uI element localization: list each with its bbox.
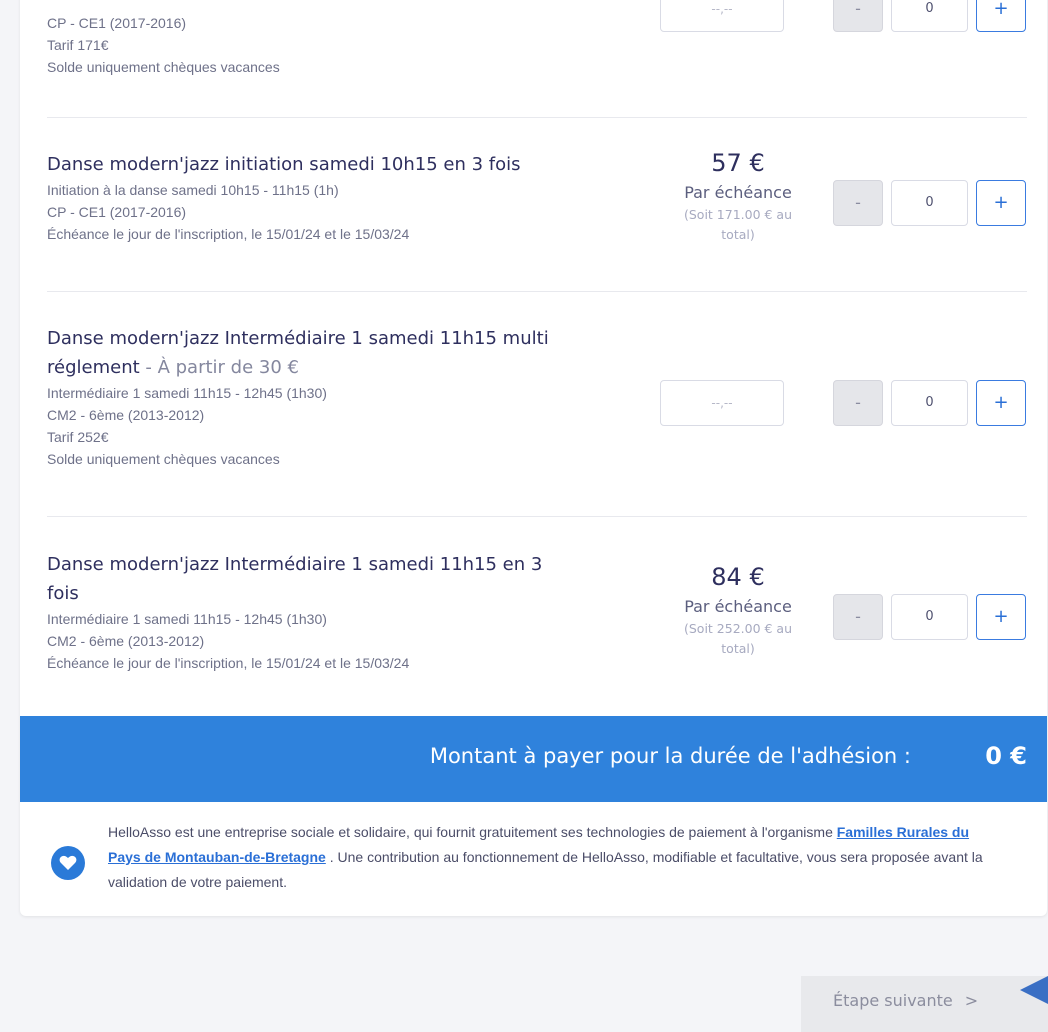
divider <box>47 516 1027 517</box>
chevron-right-icon: > <box>964 991 979 1010</box>
price-total: (Soit 252.00 € au <box>683 621 793 636</box>
heart-icon <box>51 846 85 880</box>
item-detail: Tarif 252€ <box>47 429 109 445</box>
price-total: (Soit 171.00 € au <box>683 207 793 222</box>
item-detail: Solde uniquement chèques vacances <box>47 451 280 467</box>
price-amount: 57 € <box>711 149 765 177</box>
quantity-field[interactable]: 0 <box>891 380 968 426</box>
helloasso-notice: HelloAsso est une entreprise sociale et … <box>108 820 988 895</box>
pointer-arrow-icon <box>1020 976 1048 1004</box>
item-detail: Solde uniquement chèques vacances <box>47 59 280 75</box>
quantity-field[interactable]: 0 <box>891 0 968 32</box>
free-amount-input[interactable]: --,-- <box>660 380 784 426</box>
decrease-button[interactable]: - <box>833 594 883 640</box>
item-title: réglement <box>47 357 140 378</box>
next-step-label: Étape suivante <box>833 991 953 1010</box>
price-amount: 84 € <box>711 563 765 591</box>
item-detail: Tarif 171€ <box>47 37 109 53</box>
quantity-field[interactable]: 0 <box>891 594 968 640</box>
price-total: total) <box>721 227 755 242</box>
decrease-button[interactable]: - <box>833 0 883 32</box>
item-title-line2: réglement - À partir de 30 € <box>47 353 1027 382</box>
item-min-price: - À partir de 30 € <box>139 357 299 378</box>
price-block: 57 € Par échéance (Soit 171.00 € au tota… <box>663 148 813 244</box>
item-title: Danse modern'jazz Intermédiaire 1 samedi… <box>47 554 543 575</box>
increase-button[interactable]: + <box>976 594 1026 640</box>
total-label: Montant à payer pour la durée de l'adhés… <box>429 744 911 768</box>
next-step-button[interactable]: Étape suivante > <box>801 976 1048 1032</box>
increase-button[interactable]: + <box>976 0 1026 32</box>
notice-text: HelloAsso est une entreprise sociale et … <box>108 824 837 840</box>
quantity-field[interactable]: 0 <box>891 180 968 226</box>
price-total: total) <box>721 641 755 656</box>
item-detail: Échéance le jour de l'inscription, le 15… <box>47 226 410 242</box>
total-amount: 0 € <box>985 742 1027 770</box>
divider <box>47 291 1027 292</box>
divider <box>47 117 1027 118</box>
price-block: 84 € Par échéance (Soit 252.00 € au tota… <box>663 562 813 658</box>
item-title: Danse modern'jazz initiation samedi 10h1… <box>47 154 521 175</box>
decrease-button[interactable]: - <box>833 180 883 226</box>
item-title: Danse modern'jazz Intermédiaire 1 samedi… <box>47 328 549 349</box>
item-detail: Échéance le jour de l'inscription, le 15… <box>47 655 410 671</box>
free-amount-input[interactable]: --,-- <box>660 0 784 32</box>
increase-button[interactable]: + <box>976 180 1026 226</box>
total-bar: Montant à payer pour la durée de l'adhés… <box>20 716 1047 802</box>
price-period: Par échéance <box>684 183 792 202</box>
increase-button[interactable]: + <box>976 380 1026 426</box>
price-period: Par échéance <box>684 597 792 616</box>
decrease-button[interactable]: - <box>833 380 883 426</box>
